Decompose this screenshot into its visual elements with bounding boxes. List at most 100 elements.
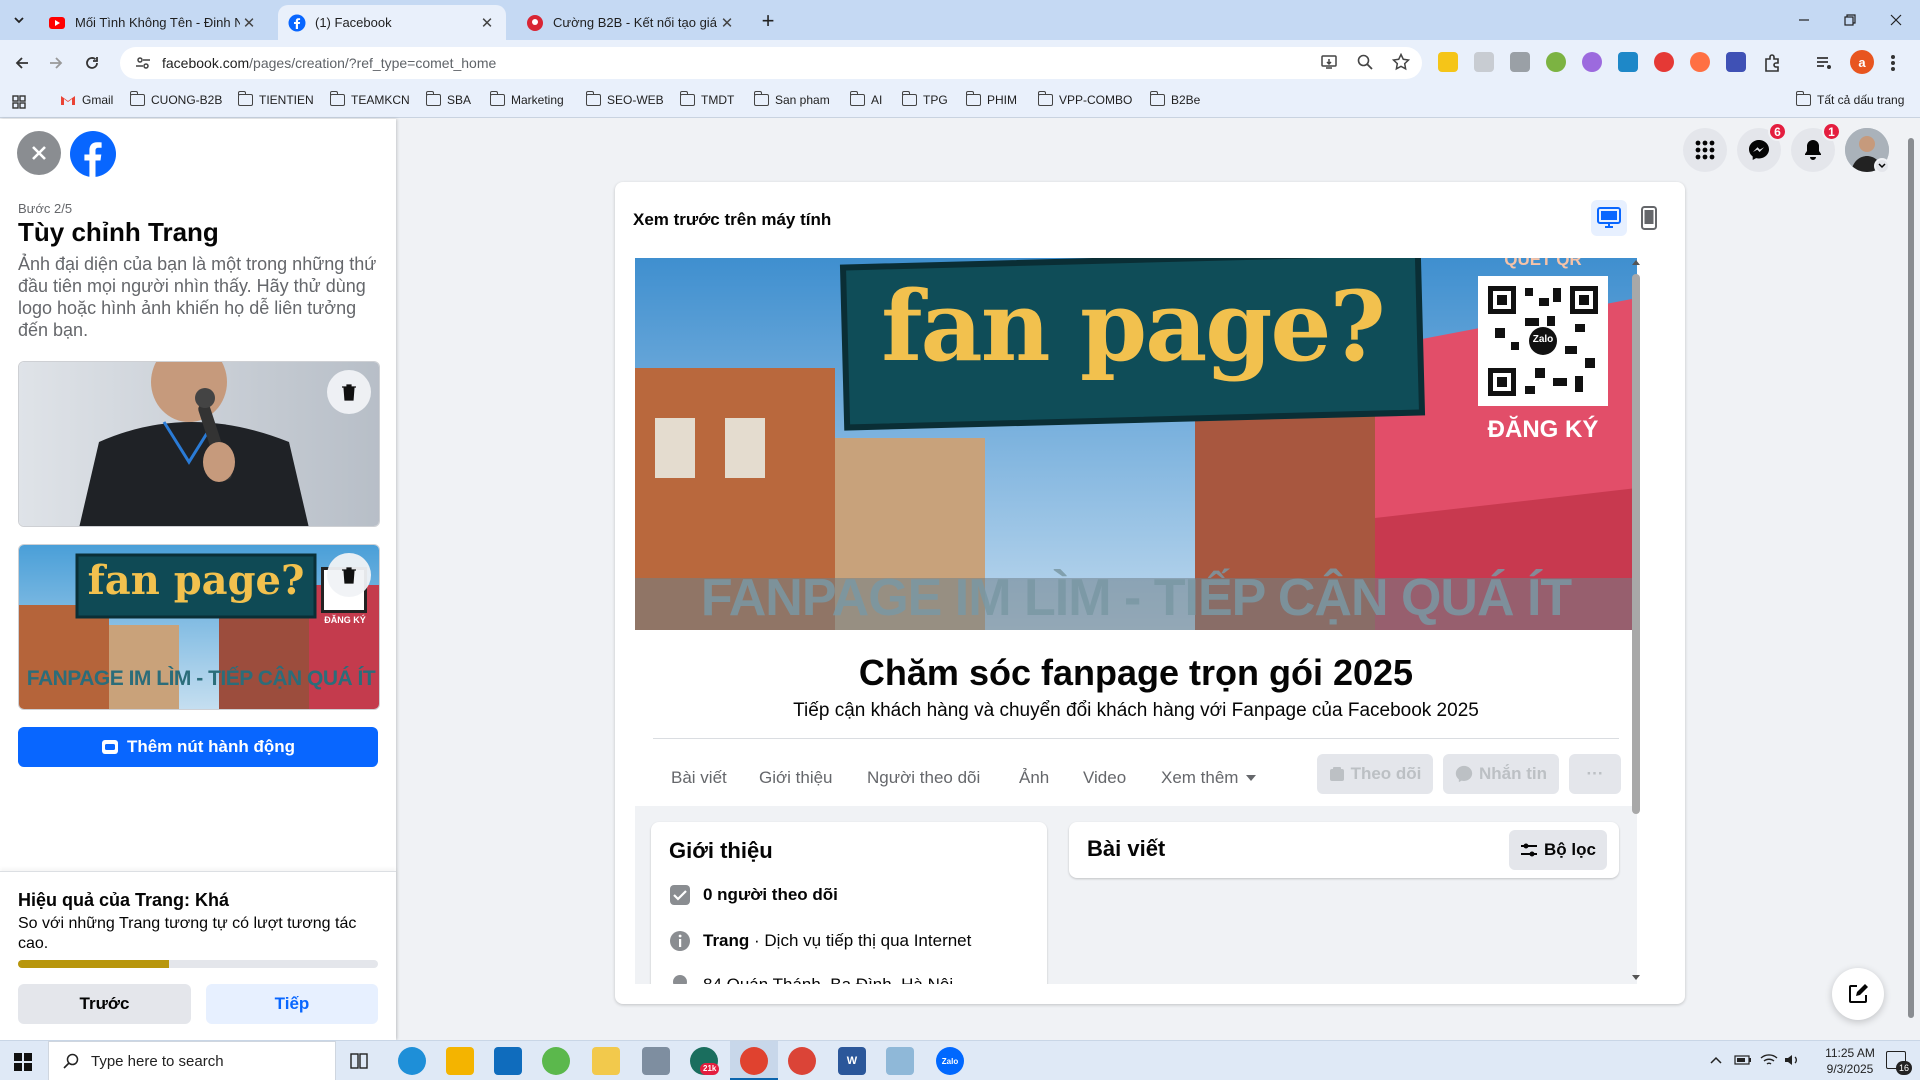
extension-icon[interactable] [1510,52,1530,72]
delete-cover-button[interactable] [327,553,371,597]
chevron-up-icon[interactable] [1710,1055,1722,1065]
battery-icon[interactable] [1734,1053,1752,1067]
all-bookmarks[interactable]: Tất cả dấu trang [1796,91,1904,107]
forward-button[interactable] [42,49,70,77]
bookmark-gmail[interactable]: Gmail [60,93,113,107]
tab-label: (1) Facebook [315,15,392,30]
wifi-icon[interactable] [1760,1053,1778,1067]
apps-grid-icon[interactable] [12,95,26,109]
extension-icon[interactable] [1546,52,1566,72]
close-tab-icon[interactable]: ✕ [240,14,258,32]
clock[interactable]: 11:25 AM 9/3/2025 [1812,1045,1888,1077]
delete-photo-button[interactable] [327,370,371,414]
bookmark-folder[interactable]: B2Be [1150,91,1200,107]
tab-photos[interactable]: Ảnh [1019,768,1049,788]
close-window-button[interactable] [1874,6,1918,34]
close-tab-icon[interactable]: ✕ [718,14,736,32]
app-yellow-icon[interactable] [592,1047,620,1075]
bookmark-folder[interactable]: SEO-WEB [586,91,664,107]
zalo-icon[interactable]: Zalo [936,1047,964,1075]
extension-icon[interactable] [1582,52,1602,72]
zoom-icon[interactable] [1356,53,1374,71]
cover-photo-card[interactable]: fan page? ĐĂNG KÝ FANPAGE IM LÌM - TIẾP … [18,544,380,710]
extension-icon[interactable] [1618,52,1638,72]
microsoft-store-icon[interactable] [494,1047,522,1075]
next-button[interactable]: Tiếp [206,984,378,1024]
preview-scrollbar[interactable] [1631,258,1641,984]
tab-facebook[interactable]: (1) Facebook ✕ [278,5,506,40]
chrome-profile-icon[interactable] [788,1047,816,1075]
menu-grid-button[interactable] [1683,128,1727,172]
notifications-badge: 1 [1822,122,1841,141]
bookmark-folder[interactable]: AI [850,91,882,107]
address-bar[interactable]: facebook.com/pages/creation/?ref_type=co… [120,47,1422,79]
notifications-button[interactable]: 1 [1791,122,1841,172]
filter-button[interactable]: Bộ lọc [1509,830,1607,870]
new-message-button[interactable] [1832,968,1884,1020]
notepad-icon[interactable] [886,1047,914,1075]
camera-icon[interactable] [642,1047,670,1075]
bookmark-folder[interactable]: TIENTIEN [238,91,314,107]
bookmark-folder[interactable]: TEAMKCN [330,91,410,107]
add-action-button[interactable]: Thêm nút hành động [18,727,378,767]
extensions-puzzle-icon[interactable] [1762,53,1782,73]
extension-icon[interactable] [1690,52,1710,72]
windows-start-icon[interactable] [14,1053,32,1071]
bookmark-folder[interactable]: Marketing [490,91,564,107]
extension-icon[interactable] [1474,52,1494,72]
back-button[interactable] [8,49,36,77]
tab-cuong-b2b[interactable]: Cường B2B - Kết nối tạo giá trị ✕ [516,5,746,40]
profile-avatar[interactable]: a [1850,50,1874,74]
tab-search-button[interactable] [6,8,32,32]
tab-posts[interactable]: Bài viết [671,768,727,788]
tab-videos[interactable]: Video [1083,768,1126,788]
previous-button[interactable]: Trước [18,984,191,1024]
tab-about[interactable]: Giới thiệu [759,768,833,788]
extension-icon[interactable] [1654,52,1674,72]
bookmark-folder[interactable]: VPP-COMBO [1038,91,1132,107]
star-icon[interactable] [1392,53,1410,71]
bookmark-folder[interactable]: TPG [902,91,948,107]
close-button[interactable] [17,131,61,175]
bookmark-folder[interactable]: San pham [754,91,830,107]
extension-icon[interactable] [1438,52,1458,72]
reload-button[interactable] [78,49,106,77]
close-tab-icon[interactable]: ✕ [478,14,496,32]
scrollbar-thumb[interactable] [1632,274,1640,814]
tab-more[interactable]: Xem thêm [1161,768,1257,788]
word-icon[interactable]: W [838,1047,866,1075]
media-control-icon[interactable] [1814,53,1834,73]
restore-button[interactable] [1828,6,1872,34]
tab-followers[interactable]: Người theo dõi [867,768,980,788]
task-view-icon[interactable] [350,1053,368,1069]
follow-button[interactable]: Theo dõi [1317,754,1433,794]
bookmark-folder[interactable]: SBA [426,91,471,107]
bookmark-folder[interactable]: PHIM [966,91,1017,107]
message-button[interactable]: Nhắn tin [1443,754,1559,794]
profile-photo-card[interactable] [18,361,380,527]
tab-youtube[interactable]: Mối Tình Không Tên - Đinh Ng ✕ [38,5,268,40]
extension-icon[interactable] [1726,52,1746,72]
bookmark-folder[interactable]: TMDT [680,91,734,107]
desktop-view-toggle[interactable] [1591,200,1627,236]
messenger-button[interactable]: 6 [1737,122,1787,172]
account-menu-chevron[interactable] [1874,158,1890,174]
volume-icon[interactable] [1784,1053,1800,1067]
chrome-icon[interactable] [740,1047,768,1075]
page-scrollbar[interactable] [1906,122,1916,1038]
page-scrollbar-thumb[interactable] [1908,138,1914,1018]
app-green-icon[interactable] [542,1047,570,1075]
edge-icon[interactable] [398,1047,426,1075]
step-indicator: Bước 2/5 [18,201,73,216]
bookmark-folder[interactable]: CUONG-B2B [130,91,222,107]
panel-description: Ảnh đại diện của bạn là một trong những … [18,254,377,340]
new-tab-button[interactable]: + [756,8,780,33]
mobile-view-toggle[interactable] [1631,200,1667,236]
minimize-button[interactable] [1782,6,1826,34]
more-options-button[interactable]: ··· [1569,754,1621,794]
kebab-menu-icon[interactable] [1890,53,1896,73]
file-explorer-icon[interactable] [446,1047,474,1075]
taskbar-search-box[interactable]: Type here to search [48,1041,336,1080]
facebook-logo-icon[interactable] [70,131,116,177]
install-app-icon[interactable] [1320,53,1338,71]
